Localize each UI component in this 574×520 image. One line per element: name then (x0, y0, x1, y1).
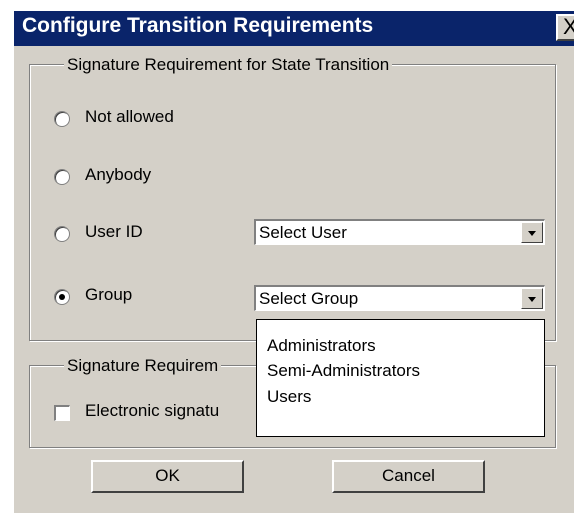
dropdown-option-administrators[interactable]: Administrators (267, 336, 376, 356)
radio-group[interactable] (54, 289, 70, 305)
select-group-value: Select Group (259, 289, 359, 308)
title-bar: Configure Transition Requirements X (14, 11, 574, 46)
configure-transition-dialog: Configure Transition Requirements X Sign… (14, 11, 574, 513)
radio-label-group: Group (85, 285, 133, 304)
close-button[interactable]: X (556, 14, 574, 41)
electronic-signature-checkbox[interactable] (54, 405, 70, 421)
dropdown-option-semi-administrators[interactable]: Semi-Administrators (267, 361, 420, 381)
electronic-signature-label: Electronic signatu (85, 401, 220, 420)
state-transition-legend: Signature Requirement for State Transiti… (64, 55, 393, 75)
cancel-button[interactable]: Cancel (332, 460, 485, 493)
radio-not-allowed[interactable] (54, 111, 70, 127)
dropdown-option-users[interactable]: Users (267, 387, 311, 407)
radio-user-id[interactable] (54, 226, 70, 242)
select-group-dropdown[interactable]: Select Group (254, 285, 545, 311)
radio-anybody[interactable] (54, 169, 70, 185)
select-user-dropdown[interactable]: Select User (254, 219, 545, 245)
chevron-down-icon (528, 231, 536, 236)
select-user-arrow-button[interactable] (521, 222, 543, 243)
signature-requirement-legend: Signature Requirem (64, 356, 222, 376)
group-dropdown-list: Administrators Semi-Administrators Users (256, 319, 545, 437)
dialog-title: Configure Transition Requirements (22, 14, 374, 37)
close-icon: X (563, 14, 574, 39)
ok-button[interactable]: OK (91, 460, 244, 493)
radio-label-not-allowed: Not allowed (85, 107, 174, 126)
chevron-down-icon (528, 297, 536, 302)
radio-selected-dot (59, 294, 65, 300)
select-group-arrow-button[interactable] (521, 288, 543, 309)
select-user-value: Select User (259, 223, 347, 242)
radio-label-anybody: Anybody (85, 165, 152, 184)
radio-label-user-id: User ID (85, 222, 143, 241)
